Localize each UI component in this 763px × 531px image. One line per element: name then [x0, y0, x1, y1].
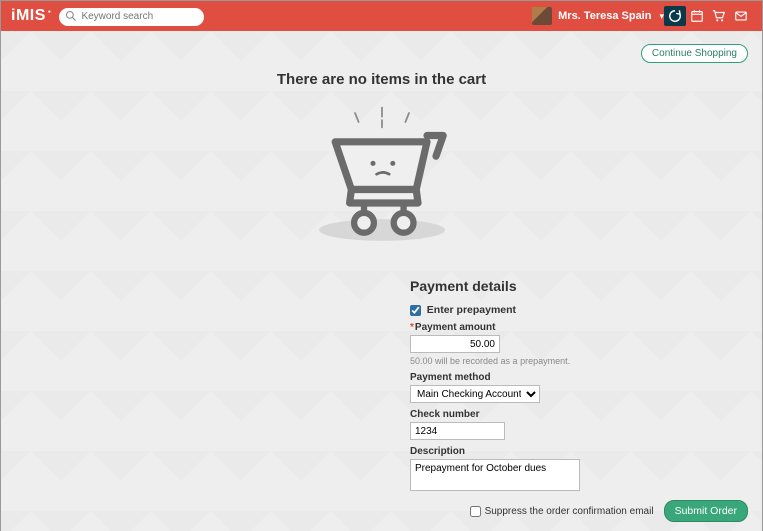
empty-cart-icon	[292, 104, 472, 248]
empty-cart-title: There are no items in the cart	[15, 71, 748, 88]
payment-method-label: Payment method	[410, 372, 650, 383]
search-icon	[65, 9, 77, 21]
search-wrap	[59, 6, 204, 26]
continue-shopping-button[interactable]: Continue Shopping	[641, 44, 748, 63]
suppress-email-row: Suppress the order confirmation email	[470, 506, 654, 517]
check-number-input[interactable]	[410, 422, 505, 440]
payment-amount-label: *Payment amount	[410, 322, 650, 333]
description-label: Description	[410, 446, 650, 457]
search-input[interactable]	[59, 8, 204, 26]
mail-button[interactable]	[730, 6, 752, 26]
enter-prepayment-label: Enter prepayment	[427, 304, 516, 316]
user-menu[interactable]: Mrs. Teresa Spain ▾	[532, 7, 664, 25]
calendar-button[interactable]	[686, 6, 708, 26]
payment-title: Payment details	[410, 278, 650, 294]
payment-details: Payment details Enter prepayment *Paymen…	[410, 278, 650, 494]
check-number-label: Check number	[410, 409, 650, 420]
top-bar: iMIS Mrs. Teresa Spain ▾	[1, 1, 762, 31]
cart-button[interactable]	[708, 6, 730, 26]
submit-order-button[interactable]: Submit Order	[664, 500, 748, 522]
suppress-email-checkbox[interactable]	[470, 506, 481, 517]
user-name: Mrs. Teresa Spain	[558, 10, 651, 22]
enter-prepayment-checkbox[interactable]	[410, 305, 421, 316]
footer: Suppress the order confirmation email Su…	[15, 500, 748, 522]
payment-method-select[interactable]: Main Checking Account	[410, 385, 540, 403]
prepayment-note: 50.00 will be recorded as a prepayment.	[410, 356, 650, 366]
suppress-email-label: Suppress the order confirmation email	[485, 506, 654, 517]
refresh-button[interactable]	[664, 6, 686, 26]
avatar	[532, 7, 552, 25]
enter-prepayment-row: Enter prepayment	[410, 304, 650, 316]
payment-amount-input[interactable]	[410, 335, 500, 353]
content: Continue Shopping There are no items in …	[1, 31, 762, 531]
description-input[interactable]	[410, 459, 580, 491]
logo: iMIS	[11, 7, 49, 25]
